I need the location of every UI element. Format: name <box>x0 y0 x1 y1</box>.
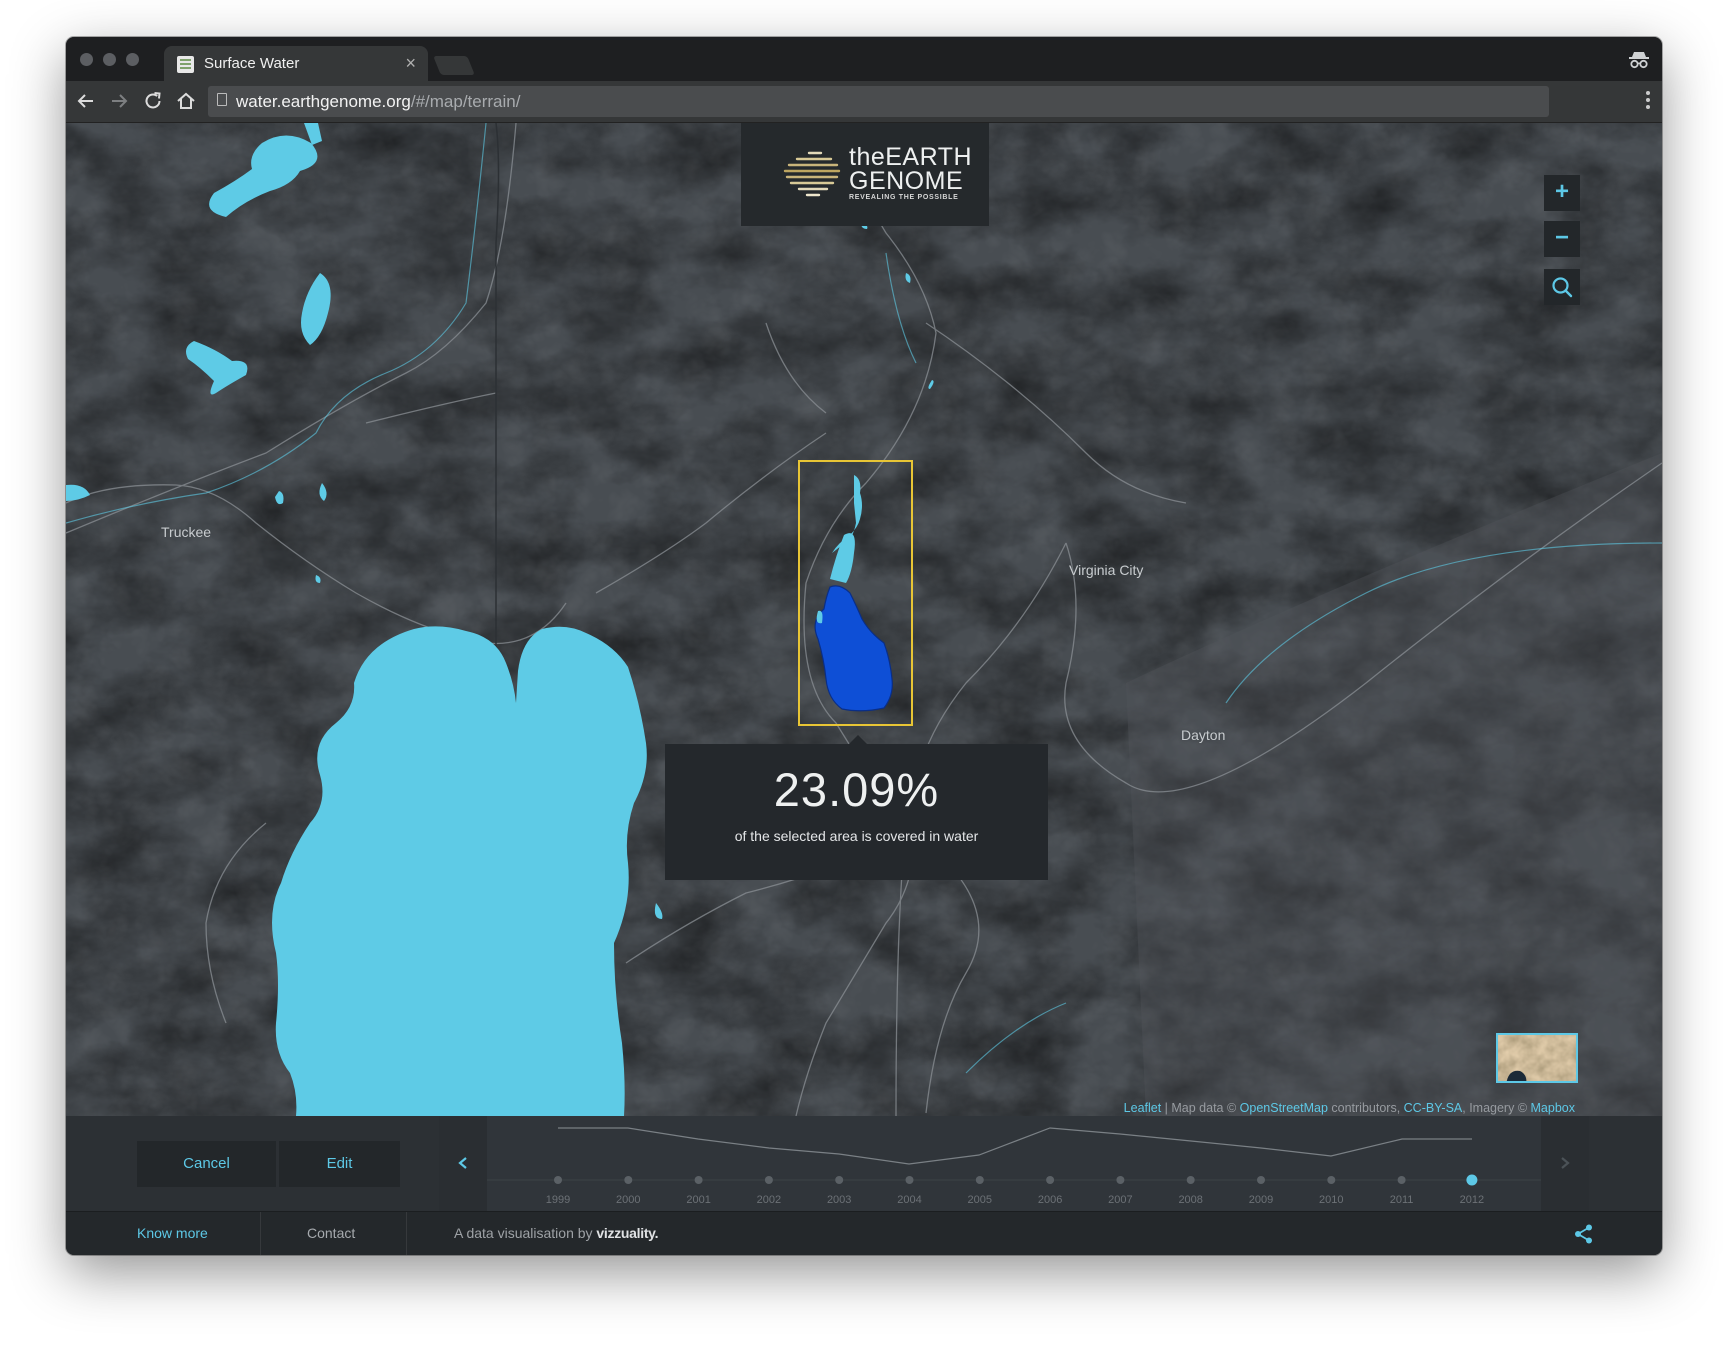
search-button[interactable] <box>1544 269 1580 305</box>
year-label-2008[interactable]: 2008 <box>1171 1194 1211 1206</box>
map-attribution: Leaflet | Map data © OpenStreetMap contr… <box>1123 1101 1575 1115</box>
zoom-out-button[interactable]: − <box>1544 221 1580 257</box>
new-tab-button[interactable] <box>433 56 475 75</box>
share-icon[interactable] <box>1573 1223 1595 1245</box>
selection-rectangle[interactable] <box>798 460 913 726</box>
year-label-2000[interactable]: 2000 <box>608 1194 648 1206</box>
satellite-thumbnail-icon <box>1498 1035 1576 1081</box>
openstreetmap-link[interactable]: OpenStreetMap <box>1240 1101 1328 1115</box>
year-dot-2012[interactable] <box>1466 1174 1478 1186</box>
earth-genome-logo[interactable]: theEARTH GENOME REVEALING THE POSSIBLE <box>741 123 989 226</box>
timeline-chart[interactable]: 1999 2000 2001 2002 2003 2004 2005 2006 2007 2008… <box>487 1116 1541 1211</box>
place-label-dayton: Dayton <box>1181 727 1226 743</box>
back-arrow-icon[interactable] <box>75 90 97 112</box>
year-dot-2010[interactable] <box>1327 1176 1336 1184</box>
know-more-link[interactable]: Know more <box>137 1225 208 1241</box>
forward-arrow-icon[interactable] <box>108 90 130 112</box>
close-window-button[interactable] <box>80 53 93 66</box>
year-label-2006[interactable]: 2006 <box>1030 1194 1070 1206</box>
incognito-icon <box>1629 52 1649 69</box>
logo-text-line2: GENOME <box>849 167 964 195</box>
license-link[interactable]: CC-BY-SA <box>1404 1101 1463 1115</box>
year-label-2001[interactable]: 2001 <box>679 1194 719 1206</box>
year-label-2003[interactable]: 2003 <box>819 1194 859 1206</box>
zoom-in-button[interactable]: + <box>1544 175 1580 211</box>
year-label-2004[interactable]: 2004 <box>890 1194 930 1206</box>
timeline-next-button[interactable] <box>1541 1116 1589 1211</box>
basemap-switcher-thumbnail[interactable] <box>1496 1033 1578 1083</box>
timeline-prev-button[interactable] <box>439 1116 487 1211</box>
logo-tagline: REVEALING THE POSSIBLE <box>849 194 959 201</box>
reload-icon[interactable] <box>142 90 164 112</box>
browser-window: Surface Water × water.earthgenome.org/#/… <box>66 37 1662 1255</box>
tab-strip: Surface Water × <box>66 37 1662 81</box>
year-dot-2001[interactable] <box>694 1176 703 1184</box>
browser-tab[interactable]: Surface Water × <box>164 46 428 81</box>
search-icon <box>1552 277 1573 298</box>
water-coverage-label: of the selected area is covered in water <box>734 828 979 844</box>
favicon-icon <box>177 56 194 73</box>
cancel-button[interactable]: Cancel <box>137 1141 276 1187</box>
map-view[interactable]: theEARTH GENOME REVEALING THE POSSIBLE +… <box>66 123 1662 1116</box>
place-label-truckee: Truckee <box>161 524 212 540</box>
tooltip-arrow <box>849 735 867 744</box>
year-dot-2006[interactable] <box>1046 1176 1055 1184</box>
timeline-panel: Cancel Edit 1999 2000 2001 2002 2003 2004 2005… <box>66 1116 1662 1211</box>
page-icon <box>217 93 227 106</box>
footer-divider <box>406 1212 407 1255</box>
place-label-virginia-city: Virginia City <box>1069 562 1144 578</box>
home-icon[interactable] <box>175 90 197 112</box>
browser-toolbar: water.earthgenome.org/#/map/terrain/ <box>66 81 1662 123</box>
credit-text: A data visualisation by vizzuality. <box>454 1225 659 1241</box>
year-dot-2003[interactable] <box>835 1176 844 1184</box>
year-dot-1999[interactable] <box>554 1176 562 1184</box>
address-bar[interactable]: water.earthgenome.org/#/map/terrain/ <box>208 86 1549 117</box>
year-label-2012[interactable]: 2012 <box>1452 1194 1492 1206</box>
year-dot-2011[interactable] <box>1397 1176 1406 1184</box>
mapbox-link[interactable]: Mapbox <box>1531 1101 1575 1115</box>
year-label-2007[interactable]: 2007 <box>1100 1194 1140 1206</box>
contact-link[interactable]: Contact <box>307 1225 355 1241</box>
page-footer: Know more Contact A data visualisation b… <box>66 1211 1662 1255</box>
url-text: water.earthgenome.org/#/map/terrain/ <box>236 92 521 111</box>
vizzuality-link[interactable]: vizzuality. <box>596 1225 658 1241</box>
chevron-right-icon <box>1561 1157 1570 1169</box>
year-dot-2005[interactable] <box>975 1176 984 1184</box>
year-dot-2007[interactable] <box>1116 1176 1125 1184</box>
year-dot-2008[interactable] <box>1186 1176 1195 1184</box>
year-label-2010[interactable]: 2010 <box>1311 1194 1351 1206</box>
maximize-window-button[interactable] <box>126 53 139 66</box>
year-label-2002[interactable]: 2002 <box>749 1194 789 1206</box>
leaflet-link[interactable]: Leaflet <box>1124 1101 1162 1115</box>
chevron-left-icon <box>458 1157 467 1169</box>
water-coverage-value: 23.09% <box>773 763 940 816</box>
footer-divider <box>260 1212 261 1255</box>
water-coverage-tooltip: 23.09% of the selected area is covered i… <box>665 744 1048 880</box>
year-dot-2004[interactable] <box>905 1176 914 1184</box>
menu-icon[interactable] <box>1646 91 1650 111</box>
year-label-2011[interactable]: 2011 <box>1382 1194 1422 1206</box>
close-tab-icon[interactable]: × <box>405 53 416 74</box>
year-dot-2002[interactable] <box>764 1176 773 1184</box>
minimize-window-button[interactable] <box>103 53 116 66</box>
year-label-2009[interactable]: 2009 <box>1241 1194 1281 1206</box>
earth-genome-mark-icon <box>783 151 841 197</box>
year-dot-2009[interactable] <box>1257 1176 1265 1184</box>
year-label-1999[interactable]: 1999 <box>538 1194 578 1206</box>
edit-button[interactable]: Edit <box>279 1141 400 1187</box>
tab-title: Surface Water <box>204 55 300 72</box>
year-label-2005[interactable]: 2005 <box>960 1194 1000 1206</box>
year-dot-2000[interactable] <box>624 1176 633 1184</box>
